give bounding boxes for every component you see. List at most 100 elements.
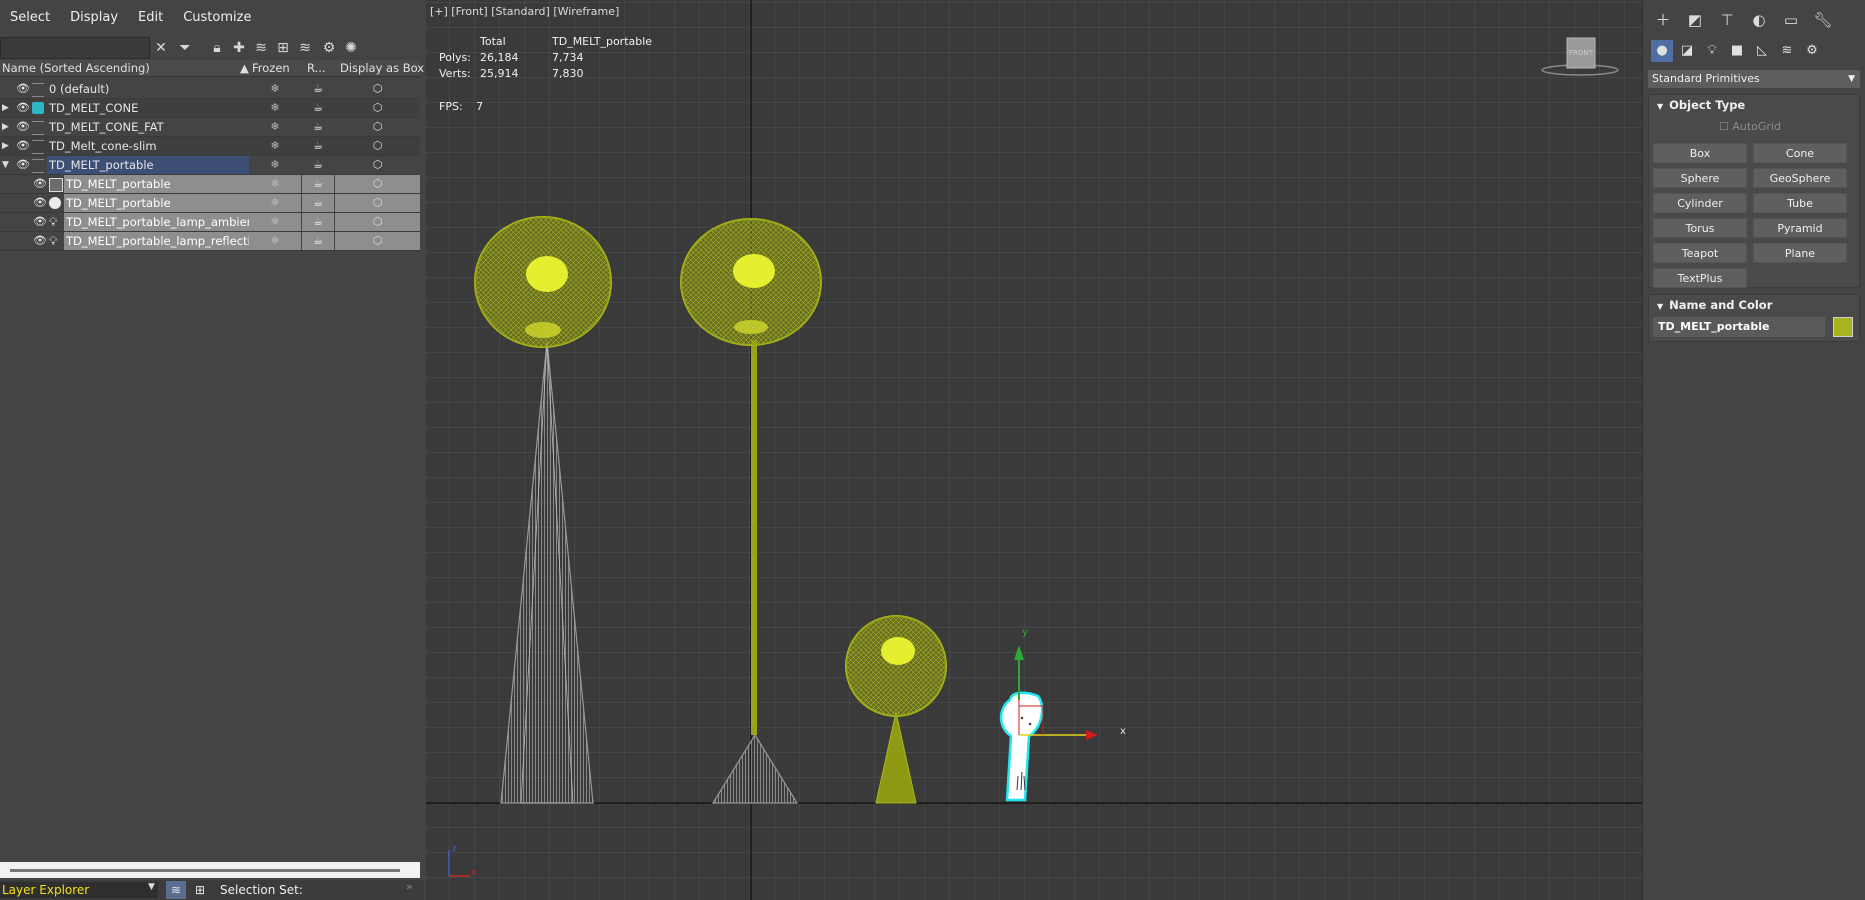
object-row[interactable]: 👁︎ 💡︎ TD_MELT_portable_lamp_reflection ❄… — [0, 232, 420, 251]
column-name[interactable]: Name (Sorted Ascending) — [2, 61, 150, 75]
box-icon[interactable]: ⬡ — [335, 175, 420, 193]
torus-button[interactable]: Torus — [1653, 218, 1747, 238]
layers-icon[interactable]: ≋ — [250, 37, 272, 59]
add-layer-icon[interactable]: ✚ — [228, 37, 250, 59]
rollout-header[interactable]: ▼ Name and Color — [1649, 295, 1859, 315]
eye-icon[interactable]: 👁︎ — [16, 99, 30, 117]
teapot-render-icon[interactable]: ☕︎ — [302, 194, 334, 212]
frozen-icon[interactable]: ❄ — [249, 156, 301, 174]
helpers-category-icon[interactable]: ◺ — [1751, 40, 1773, 62]
teapot-render-icon[interactable]: ☕︎ — [302, 99, 334, 117]
teapot-render-icon[interactable]: ☕︎ — [302, 118, 334, 136]
object-row[interactable]: 👁︎ TD_MELT_portable ❄ ☕︎ ⬡ — [0, 194, 420, 213]
frozen-icon[interactable]: ❄ — [249, 80, 301, 98]
utilities-tab-icon[interactable]: 🔧︎ — [1811, 8, 1835, 32]
teapot-button[interactable]: Teapot — [1653, 243, 1747, 263]
hierarchy-icon[interactable]: ⊞ — [272, 37, 294, 59]
frozen-icon[interactable]: ❄ — [249, 232, 301, 250]
menu-select[interactable]: Select — [0, 10, 60, 25]
eye-icon[interactable]: 👁︎ — [33, 194, 47, 212]
box-icon[interactable]: ⬡ — [335, 213, 420, 231]
column-display-as-box[interactable]: Display as Box — [340, 61, 424, 75]
column-render[interactable]: R... — [307, 61, 326, 75]
pyramid-button[interactable]: Pyramid — [1753, 218, 1847, 238]
object-row[interactable]: 👁︎ TD_MELT_portable ❄ ☕︎ ⬡ — [0, 175, 420, 194]
cylinder-button[interactable]: Cylinder — [1653, 193, 1747, 213]
tube-button[interactable]: Tube — [1753, 193, 1847, 213]
menu-display[interactable]: Display — [60, 10, 128, 25]
object-color-swatch[interactable] — [1833, 317, 1853, 337]
box-icon[interactable]: ⬡ — [335, 156, 420, 174]
explorer-type-dropdown[interactable]: Layer Explorer — [0, 882, 158, 898]
layer-name[interactable]: TD_MELT_CONE — [47, 99, 249, 117]
teapot-render-icon[interactable]: ☕︎ — [302, 213, 334, 231]
layer-name[interactable]: TD_Melt_cone-slim — [47, 137, 249, 155]
sphere-button[interactable]: Sphere — [1653, 168, 1747, 188]
chevron-down-icon[interactable]: ▼ — [148, 882, 155, 892]
expand-arrow-icon[interactable]: ▶ — [2, 118, 12, 136]
systems-category-icon[interactable]: ⚙ — [1801, 40, 1823, 62]
autogrid-checkbox[interactable]: ☐ AutoGrid — [1719, 120, 1781, 133]
box-icon[interactable]: ⬡ — [335, 80, 420, 98]
layer-row[interactable]: ▶ 👁︎ TD_MELT_CONE_FAT ❄ ☕︎ ⬡ — [0, 118, 420, 137]
lock-icon[interactable]: 🔒︎ — [206, 37, 228, 59]
menu-edit[interactable]: Edit — [128, 10, 173, 25]
teapot-render-icon[interactable]: ☕︎ — [302, 156, 334, 174]
scrollbar-thumb[interactable] — [10, 869, 400, 872]
modify-tab-icon[interactable]: ◩ — [1683, 8, 1707, 32]
search-input[interactable] — [0, 37, 150, 59]
layer-name[interactable]: 0 (default) — [47, 80, 249, 98]
eye-icon[interactable]: 👁︎ — [16, 118, 30, 136]
eye-icon[interactable]: 👁︎ — [16, 156, 30, 174]
horizontal-scrollbar[interactable] — [0, 862, 420, 878]
layer-row[interactable]: ▶ 👁︎ TD_MELT_CONE ❄ ☕︎ ⬡ — [0, 99, 420, 118]
frozen-icon[interactable]: ❄ — [249, 175, 301, 193]
layer-row[interactable]: 👁︎ 0 (default) ❄ ☕︎ ⬡ — [0, 80, 420, 99]
cone-button[interactable]: Cone — [1753, 143, 1847, 163]
frozen-icon[interactable]: ❄ — [249, 213, 301, 231]
cameras-category-icon[interactable]: ■ — [1726, 40, 1748, 62]
hierarchy-tab-icon[interactable]: ⊤ — [1715, 8, 1739, 32]
teapot-render-icon[interactable]: ☕︎ — [302, 175, 334, 193]
layer-name[interactable]: TD_MELT_CONE_FAT — [47, 118, 249, 136]
geometry-category-icon[interactable]: ● — [1651, 40, 1673, 62]
geosphere-button[interactable]: GeoSphere — [1753, 168, 1847, 188]
box-icon[interactable]: ⬡ — [335, 99, 420, 117]
collapse-arrow-icon[interactable]: ▼ — [2, 156, 12, 174]
expand-panel-icon[interactable]: » — [406, 880, 413, 893]
layer-row[interactable]: ▼ 👁︎ TD_MELT_portable ❄ ☕︎ ⬡ — [0, 156, 420, 175]
object-name[interactable]: TD_MELT_portable_lamp_reflection — [64, 232, 265, 250]
plane-button[interactable]: Plane — [1753, 243, 1847, 263]
display-tab-icon[interactable]: ▭ — [1779, 8, 1803, 32]
box-icon[interactable]: ⬡ — [335, 232, 420, 250]
eye-icon[interactable]: 👁︎ — [33, 232, 47, 250]
expand-arrow-icon[interactable]: ▶ — [2, 137, 12, 155]
clear-filter-icon[interactable]: ✕ — [150, 37, 172, 59]
expand-arrow-icon[interactable]: ▶ — [2, 99, 12, 117]
eye-icon[interactable]: 👁︎ — [33, 213, 47, 231]
layer-stack-icon[interactable]: ≋ — [294, 37, 316, 59]
front-viewport[interactable]: [+] [Front] [Standard] [Wireframe] Total… — [426, 0, 1642, 900]
box-button[interactable]: Box — [1653, 143, 1747, 163]
layer-settings-icon[interactable]: ⚙ — [318, 37, 340, 59]
teapot-render-icon[interactable]: ☕︎ — [302, 232, 334, 250]
eye-icon[interactable]: 👁︎ — [16, 137, 30, 155]
create-tab-icon[interactable]: ＋ — [1651, 8, 1675, 32]
object-name[interactable]: TD_MELT_portable — [64, 194, 249, 212]
object-name-field[interactable]: TD_MELT_portable — [1653, 317, 1825, 337]
object-name[interactable]: TD_MELT_portable_lamp_ambient — [64, 213, 258, 231]
layer-name[interactable]: TD_MELT_portable — [47, 156, 249, 174]
teapot-render-icon[interactable]: ☕︎ — [302, 137, 334, 155]
viewport-label-menu[interactable]: [+] [Front] [Standard] [Wireframe] — [430, 5, 619, 18]
textplus-button[interactable]: TextPlus — [1653, 268, 1747, 288]
frozen-icon[interactable]: ❄ — [249, 99, 301, 117]
menu-customize[interactable]: Customize — [173, 10, 261, 25]
layers-view-icon[interactable]: ≋ — [166, 881, 186, 899]
column-frozen[interactable]: Frozen — [252, 61, 290, 75]
teapot-render-icon[interactable]: ☕︎ — [302, 80, 334, 98]
lights-category-icon[interactable]: 💡︎ — [1701, 40, 1723, 62]
category-dropdown[interactable]: Standard Primitives ▼ — [1648, 70, 1860, 88]
object-row[interactable]: 👁︎ 💡︎ TD_MELT_portable_lamp_ambient ❄ ☕︎… — [0, 213, 420, 232]
box-icon[interactable]: ⬡ — [335, 194, 420, 212]
eye-icon[interactable]: 👁︎ — [16, 80, 30, 98]
